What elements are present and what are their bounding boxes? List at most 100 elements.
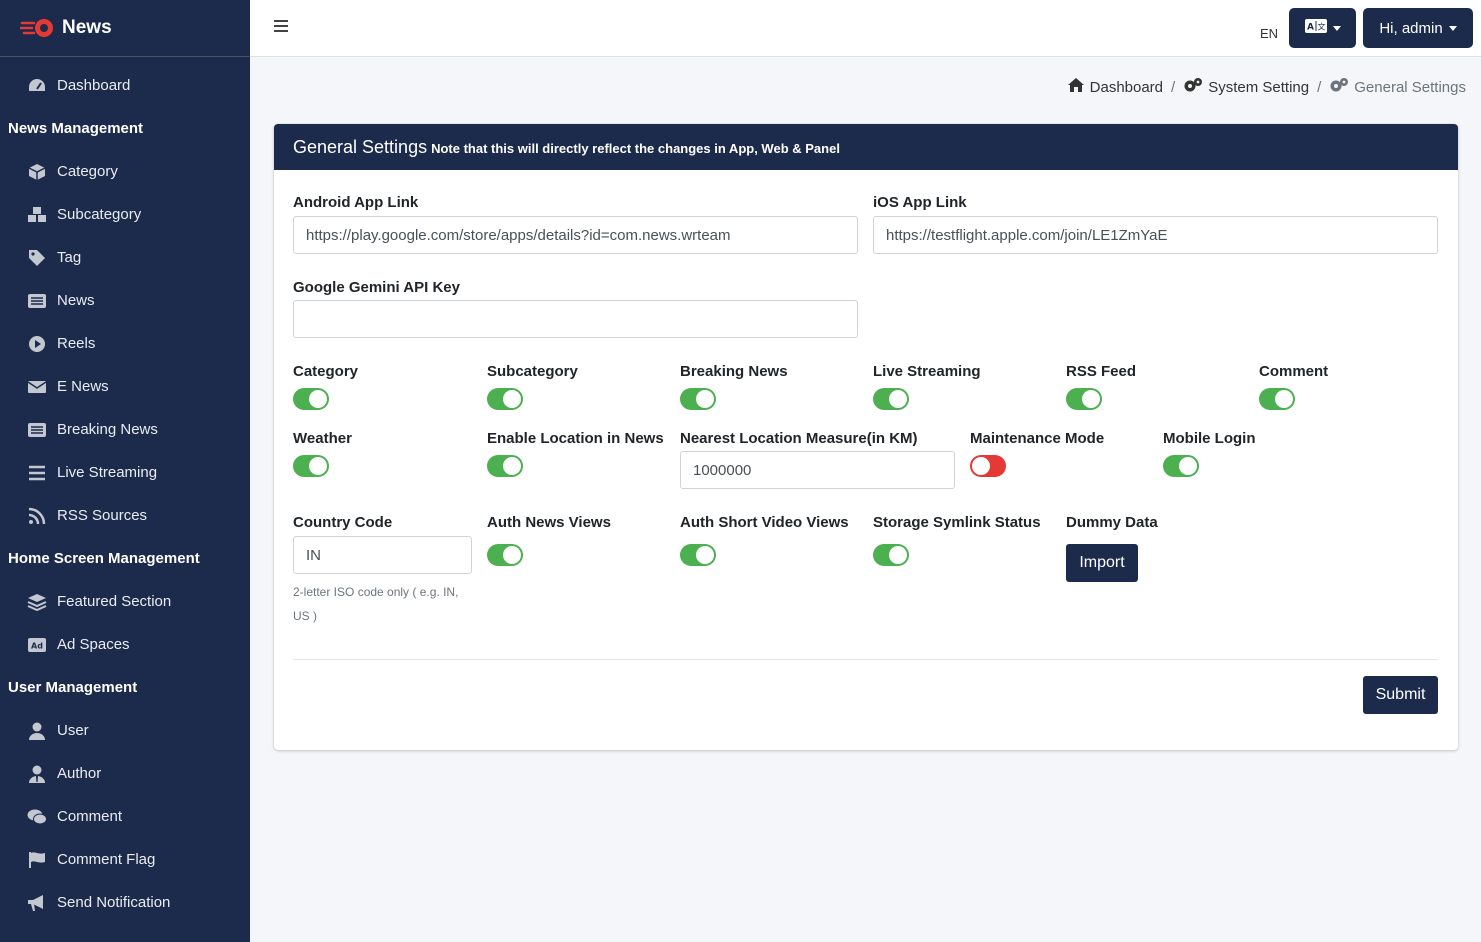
sidebar-item-label: Breaking News xyxy=(57,421,158,438)
sidebar-item-label: Featured Section xyxy=(57,593,172,610)
play-circle-icon xyxy=(27,334,47,354)
svg-text:Ad: Ad xyxy=(31,641,43,650)
sidebar-item-label: RSS Sources xyxy=(57,507,148,524)
rss-icon xyxy=(27,506,47,526)
breadcrumb-general-settings: General Settings xyxy=(1329,77,1466,97)
import-button[interactable]: Import xyxy=(1066,544,1138,582)
card-header: General Settings Note that this will dir… xyxy=(274,124,1458,170)
mobile-login-toggle[interactable] xyxy=(1163,455,1199,477)
sidebar-item-featured-section[interactable]: Featured Section xyxy=(0,580,250,623)
sidebar-item-subcategory[interactable]: Subcategory xyxy=(0,193,250,236)
envelope-icon xyxy=(27,377,47,397)
breadcrumb-system-setting[interactable]: System Setting xyxy=(1183,77,1309,97)
sidebar-item-e-news[interactable]: E News xyxy=(0,365,250,408)
sidebar-item-label: Comment Flag xyxy=(57,851,156,868)
brand-logo-icon xyxy=(18,17,56,39)
sidebar-item-live-streaming[interactable]: Live Streaming xyxy=(0,451,250,494)
sidebar-item-category[interactable]: Category xyxy=(0,150,250,193)
divider xyxy=(293,659,1438,660)
auth-short-video-views-toggle[interactable] xyxy=(680,544,716,566)
bullhorn-icon xyxy=(27,893,47,913)
sidebar-item-label: Tag xyxy=(57,249,82,266)
live-streaming-toggle[interactable] xyxy=(873,388,909,410)
comment-toggle[interactable] xyxy=(1259,388,1295,410)
weather-toggle-label: Weather xyxy=(293,430,352,447)
sidebar-item-dashboard[interactable]: Dashboard xyxy=(0,64,250,107)
svg-text:A: A xyxy=(1307,23,1314,33)
gears-icon xyxy=(1183,77,1203,97)
sidebar-item-author[interactable]: Author xyxy=(0,752,250,795)
breadcrumb-separator: / xyxy=(1171,78,1176,96)
translate-icon: A文 xyxy=(1304,19,1327,37)
rss-feed-toggle-label: RSS Feed xyxy=(1066,363,1137,380)
chevron-down-icon xyxy=(1332,25,1341,31)
subcategory-toggle-label: Subcategory xyxy=(487,363,578,380)
rss-feed-toggle[interactable] xyxy=(1066,388,1102,410)
chevron-down-icon xyxy=(1448,25,1457,31)
sidebar-item-label: Category xyxy=(57,163,118,180)
sidebar-item-reels[interactable]: Reels xyxy=(0,322,250,365)
sidebar-item-label: Reels xyxy=(57,335,96,352)
sidebar-item-label: Author xyxy=(57,765,102,782)
auth-news-views-label: Auth News Views xyxy=(487,514,611,531)
nearest-location-input[interactable]: 1000000 xyxy=(680,451,955,489)
sidebar-item-user[interactable]: User xyxy=(0,709,250,752)
breadcrumb-separator: / xyxy=(1317,78,1322,96)
breaking-news-toggle[interactable] xyxy=(680,388,716,410)
breadcrumb-label: General Settings xyxy=(1354,78,1466,96)
brand[interactable]: News xyxy=(0,0,250,57)
ios-app-link-input[interactable]: https://testflight.apple.com/join/LE1ZmY… xyxy=(873,216,1438,254)
breaking-news-toggle-label: Breaking News xyxy=(680,363,788,380)
cubes-icon xyxy=(27,205,47,225)
ios-app-link-label: iOS App Link xyxy=(873,194,967,211)
subcategory-toggle[interactable] xyxy=(487,388,523,410)
location-toggle-label: Enable Location in News xyxy=(487,430,664,447)
comment-toggle-label: Comment xyxy=(1259,363,1329,380)
comments-icon xyxy=(27,807,47,827)
tag-icon xyxy=(27,248,47,268)
nav-header-news-management: News Management xyxy=(8,120,144,137)
auth-news-views-toggle[interactable] xyxy=(487,544,523,566)
sidebar-item-ad-spaces[interactable]: Ad Ad Spaces xyxy=(0,623,250,666)
nav-header-user-management: User Management xyxy=(8,679,138,696)
storage-symlink-toggle[interactable] xyxy=(873,544,909,566)
breadcrumb-dashboard[interactable]: Dashboard xyxy=(1067,77,1163,97)
category-toggle-label: Category xyxy=(293,363,359,380)
user-menu-button[interactable]: Hi, admin xyxy=(1363,8,1473,48)
language-dropdown-button[interactable]: A文 xyxy=(1289,8,1356,48)
sidebar-item-label: Live Streaming xyxy=(57,464,158,481)
live-streaming-toggle-label: Live Streaming xyxy=(873,363,981,380)
user-icon xyxy=(27,721,47,741)
country-code-input[interactable]: IN xyxy=(293,536,472,574)
location-toggle[interactable] xyxy=(487,455,523,477)
android-app-link-input[interactable]: https://play.google.com/store/apps/detai… xyxy=(293,216,858,254)
language-code: EN xyxy=(1260,26,1279,41)
country-code-label: Country Code xyxy=(293,514,393,531)
sidebar-item-comment[interactable]: Comment xyxy=(0,795,250,838)
weather-toggle[interactable] xyxy=(293,455,329,477)
sidebar-item-rss-sources[interactable]: RSS Sources xyxy=(0,494,250,537)
sidebar-item-tag[interactable]: Tag xyxy=(0,236,250,279)
nav-header-home-screen-management: Home Screen Management xyxy=(8,550,200,567)
home-icon xyxy=(1067,77,1085,97)
menu-toggle-icon[interactable] xyxy=(274,20,288,34)
sidebar-item-label: Ad Spaces xyxy=(57,636,130,653)
sidebar-item-news[interactable]: News xyxy=(0,279,250,322)
maintenance-mode-toggle[interactable] xyxy=(970,455,1006,477)
dummy-data-label: Dummy Data xyxy=(1066,514,1158,531)
sidebar-item-breaking-news[interactable]: Breaking News xyxy=(0,408,250,451)
sidebar-item-comment-flag[interactable]: Comment Flag xyxy=(0,838,250,881)
country-code-help: 2-letter ISO code only ( e.g. IN, US ) xyxy=(293,585,459,623)
card-title: General Settings xyxy=(293,136,428,157)
maintenance-mode-label: Maintenance Mode xyxy=(970,430,1105,447)
sidebar-item-label: Dashboard xyxy=(57,77,131,94)
android-app-link-label: Android App Link xyxy=(293,194,419,211)
flag-icon xyxy=(27,850,47,870)
breadcrumb-label: System Setting xyxy=(1208,78,1310,96)
card-note: Note that this will directly reflect the… xyxy=(431,141,840,156)
submit-button[interactable]: Submit xyxy=(1363,676,1438,714)
sidebar-item-send-notification[interactable]: Send Notification xyxy=(0,881,250,924)
category-toggle[interactable] xyxy=(293,388,329,410)
gemini-api-key-input[interactable] xyxy=(293,300,858,338)
newspaper-icon xyxy=(27,420,47,440)
